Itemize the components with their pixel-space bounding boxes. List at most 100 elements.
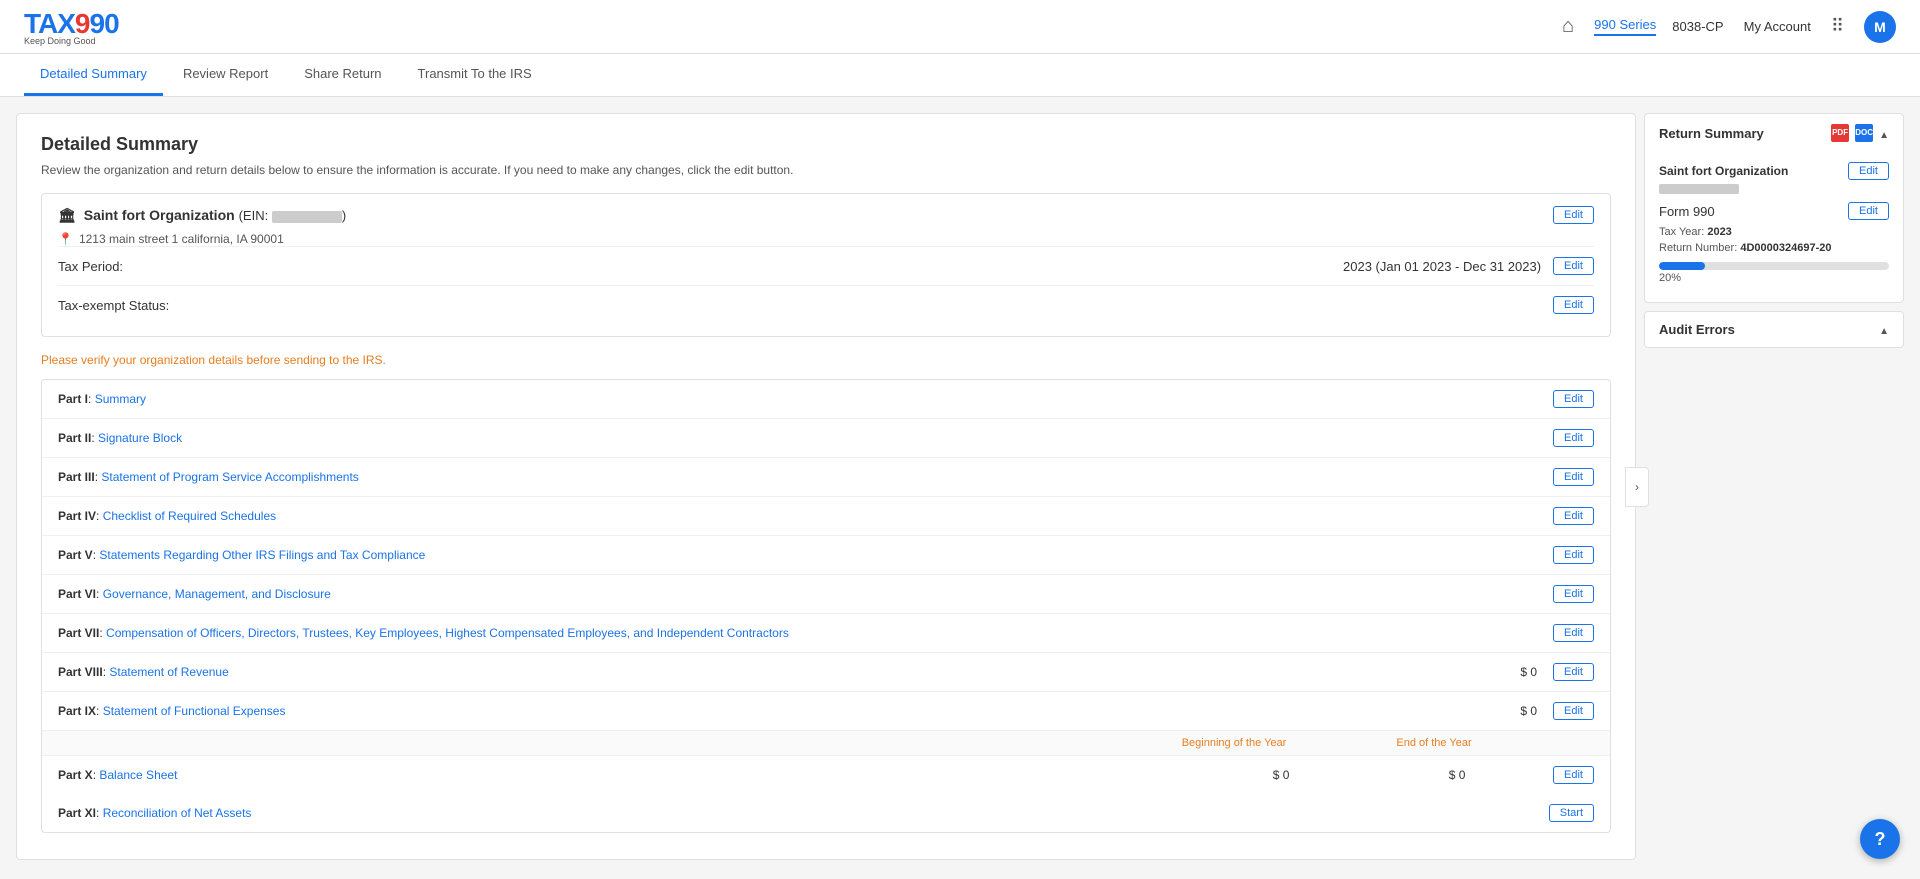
- tax-period-right: 2023 (Jan 01 2023 - Dec 31 2023) Edit: [1343, 257, 1594, 275]
- org-address: 📍 1213 main street 1 california, IA 9000…: [58, 232, 1594, 246]
- building-icon: 🏛: [58, 207, 76, 224]
- masked-ein: [1659, 184, 1739, 194]
- return-summary-header[interactable]: Return Summary PDF DOC: [1645, 114, 1903, 152]
- tab-transmit-irs[interactable]: Transmit To the IRS: [402, 54, 548, 96]
- part-right: Edit: [1553, 429, 1594, 447]
- doc-icon[interactable]: DOC: [1855, 124, 1873, 142]
- part-x-edit-button[interactable]: Edit: [1553, 766, 1594, 784]
- progress-label: 20%: [1659, 272, 1889, 284]
- tax-period-label: Tax Period:: [58, 259, 123, 274]
- table-row: Part VIII: Statement of Revenue $ 0 Edit: [42, 653, 1610, 692]
- sidebar-form-edit-button[interactable]: Edit: [1848, 202, 1889, 220]
- ein-masked: [272, 211, 342, 223]
- my-account-link[interactable]: My Account: [1744, 19, 1811, 34]
- chevron-up-icon[interactable]: [1879, 126, 1889, 141]
- avatar[interactable]: M: [1864, 11, 1896, 43]
- audit-errors-header[interactable]: Audit Errors: [1645, 312, 1903, 347]
- org-edit-button[interactable]: Edit: [1553, 206, 1594, 224]
- part-ii-edit-button[interactable]: Edit: [1553, 429, 1594, 447]
- progress-container: 20%: [1659, 262, 1889, 284]
- part-right: Edit: [1553, 546, 1594, 564]
- balance-eoy-header: End of the Year: [1334, 737, 1534, 749]
- part-vi-edit-button[interactable]: Edit: [1553, 585, 1594, 603]
- tabs-bar: Detailed Summary Review Report Share Ret…: [0, 54, 1920, 97]
- part-right: Edit: [1553, 468, 1594, 486]
- part-i-edit-button[interactable]: Edit: [1553, 390, 1594, 408]
- sidebar-org-name: Saint fort Organization: [1659, 164, 1788, 178]
- part-iv-edit-button[interactable]: Edit: [1553, 507, 1594, 525]
- main-layout: › Detailed Summary Review the organizati…: [0, 97, 1920, 876]
- logo-area: TAX990 Keep Doing Good: [24, 8, 119, 46]
- balance-bot-header: Beginning of the Year: [1134, 737, 1334, 749]
- part-label: Part I: Summary: [58, 392, 146, 406]
- return-summary-content: Saint fort Organization Edit Form 990 Ed…: [1645, 152, 1903, 302]
- org-section: 🏛 Saint fort Organization (EIN: ) Edit 📍…: [41, 193, 1611, 337]
- sidebar-org-edit-button[interactable]: Edit: [1848, 162, 1889, 180]
- tax-exempt-row: Tax-exempt Status: Edit: [58, 285, 1594, 324]
- table-row: Part X: Balance Sheet $ 0 $ 0 Edit: [42, 756, 1610, 794]
- part-vii-edit-button[interactable]: Edit: [1553, 624, 1594, 642]
- grid-icon[interactable]: ⠿: [1831, 16, 1844, 37]
- part-right: Edit: [1553, 507, 1594, 525]
- part-x-section: Beginning of the Year End of the Year Pa…: [42, 731, 1610, 794]
- part-x-eoy-amount: $ 0: [1377, 768, 1537, 782]
- return-summary-icons: PDF DOC: [1831, 124, 1889, 142]
- part-right: $ 0 $ 0 Edit: [1201, 766, 1594, 784]
- balance-header: Beginning of the Year End of the Year: [42, 731, 1610, 756]
- tax-year-label: Tax Year:: [1659, 226, 1704, 238]
- part-xi-start-button[interactable]: Start: [1549, 804, 1594, 822]
- table-row: Part V: Statements Regarding Other IRS F…: [42, 536, 1610, 575]
- tax-year-row: Tax Year: 2023: [1659, 226, 1889, 238]
- audit-errors-title: Audit Errors: [1659, 322, 1735, 337]
- nav-990-series[interactable]: 990 Series: [1594, 17, 1656, 36]
- nav-8038-cp[interactable]: 8038-CP: [1672, 19, 1723, 34]
- tab-review-report[interactable]: Review Report: [167, 54, 284, 96]
- tax-exempt-edit-button[interactable]: Edit: [1553, 296, 1594, 314]
- part-right: Edit: [1553, 624, 1594, 642]
- content-area: › Detailed Summary Review the organizati…: [16, 113, 1636, 860]
- org-ein: (EIN: ): [239, 208, 347, 223]
- org-name: 🏛 Saint fort Organization (EIN: ): [58, 207, 346, 224]
- table-row: Part XI: Reconciliation of Net Assets St…: [42, 794, 1610, 832]
- address-text: 1213 main street 1 california, IA 90001: [79, 232, 284, 246]
- part-ix-edit-button[interactable]: Edit: [1553, 702, 1594, 720]
- help-button[interactable]: ?: [1860, 819, 1900, 859]
- header-nav: 990 Series 8038-CP: [1594, 17, 1723, 36]
- part-label: Part VIII: Statement of Revenue: [58, 665, 229, 679]
- table-row: Part II: Signature Block Edit: [42, 419, 1610, 458]
- org-header: 🏛 Saint fort Organization (EIN: ) Edit: [58, 206, 1594, 224]
- audit-chevron-up-icon[interactable]: [1879, 322, 1889, 337]
- part-label: Part II: Signature Block: [58, 431, 182, 445]
- tab-detailed-summary[interactable]: Detailed Summary: [24, 54, 163, 96]
- tax-exempt-label: Tax-exempt Status:: [58, 298, 169, 313]
- header: TAX990 Keep Doing Good ⌂ 990 Series 8038…: [0, 0, 1920, 54]
- pdf-icon[interactable]: PDF: [1831, 124, 1849, 142]
- verify-notice: Please verify your organization details …: [41, 353, 1611, 367]
- progress-bar-bg: [1659, 262, 1889, 270]
- org-name-text: Saint fort Organization: [84, 207, 235, 223]
- part-v-edit-button[interactable]: Edit: [1553, 546, 1594, 564]
- return-summary-title: Return Summary: [1659, 126, 1764, 141]
- header-right: ⌂ 990 Series 8038-CP My Account ⠿ M: [1562, 11, 1896, 43]
- part-label: Part VI: Governance, Management, and Dis…: [58, 587, 331, 601]
- table-row: Part IV: Checklist of Required Schedules…: [42, 497, 1610, 536]
- sidebar-toggle[interactable]: ›: [1625, 467, 1649, 507]
- part-iii-edit-button[interactable]: Edit: [1553, 468, 1594, 486]
- table-row: Part I: Summary Edit: [42, 380, 1610, 419]
- logo-tagline: Keep Doing Good: [24, 36, 119, 46]
- tab-share-return[interactable]: Share Return: [288, 54, 397, 96]
- home-icon[interactable]: ⌂: [1562, 15, 1574, 38]
- part-label: Part V: Statements Regarding Other IRS F…: [58, 548, 425, 562]
- tax-period-edit-button[interactable]: Edit: [1553, 257, 1594, 275]
- form-row: Form 990 Edit: [1659, 202, 1889, 220]
- page-subtitle: Review the organization and return detai…: [41, 163, 1611, 177]
- part-label: Part III: Statement of Program Service A…: [58, 470, 359, 484]
- part-label: Part IX: Statement of Functional Expense…: [58, 704, 285, 718]
- page-title: Detailed Summary: [41, 134, 1611, 155]
- table-row: Part IX: Statement of Functional Expense…: [42, 692, 1610, 731]
- audit-errors-section: Audit Errors: [1644, 311, 1904, 348]
- part-viii-edit-button[interactable]: Edit: [1553, 663, 1594, 681]
- table-row: Part VII: Compensation of Officers, Dire…: [42, 614, 1610, 653]
- tax-period-row: Tax Period: 2023 (Jan 01 2023 - Dec 31 2…: [58, 246, 1594, 285]
- part-right: Edit: [1553, 585, 1594, 603]
